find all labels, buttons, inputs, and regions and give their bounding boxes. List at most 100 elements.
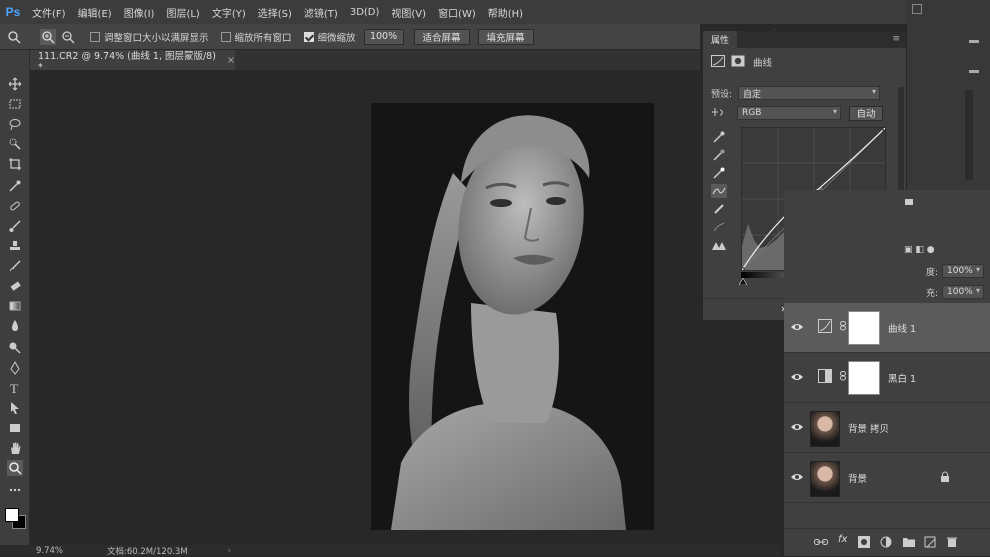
add-mask-icon[interactable] bbox=[858, 536, 870, 551]
minimize-icon[interactable] bbox=[912, 4, 922, 14]
quick-select-tool-icon[interactable] bbox=[7, 136, 23, 152]
pen-tool-icon[interactable] bbox=[7, 360, 23, 376]
brush-tool-icon[interactable] bbox=[7, 218, 23, 234]
layer-name[interactable]: 黑白 1 bbox=[888, 371, 916, 385]
channel-select[interactable]: RGB bbox=[737, 106, 841, 120]
layer-visibility-eye-icon[interactable] bbox=[790, 370, 804, 384]
layer-filter-icons[interactable]: ▣ ◧ ● bbox=[904, 245, 935, 255]
menu-type[interactable]: 文字(Y) bbox=[206, 5, 252, 20]
layer-name[interactable]: 背景 拷贝 bbox=[848, 421, 889, 435]
portrait-photo bbox=[371, 103, 654, 530]
menu-window[interactable]: 窗口(W) bbox=[432, 5, 482, 20]
layer-visibility-eye-icon[interactable] bbox=[790, 470, 804, 484]
menu-edit[interactable]: 编辑(E) bbox=[72, 5, 118, 20]
menu-file[interactable]: 文件(F) bbox=[26, 5, 72, 20]
link-chain-icon[interactable] bbox=[840, 371, 846, 384]
move-tool-icon[interactable] bbox=[7, 76, 23, 92]
document-tab[interactable]: 111.CR2 @ 9.74% (曲线 1, 图层蒙版/8) * × bbox=[30, 50, 235, 73]
hand-tool-icon[interactable] bbox=[7, 440, 23, 456]
layer-name[interactable]: 背景 bbox=[848, 471, 867, 485]
auto-button[interactable]: 自动 bbox=[849, 105, 883, 121]
zoom-100-button[interactable]: 100% bbox=[363, 28, 404, 45]
eraser-tool-icon[interactable] bbox=[7, 278, 23, 294]
curve-point-tool-icon[interactable] bbox=[711, 184, 727, 198]
delete-layer-icon[interactable] bbox=[946, 536, 958, 551]
adjustment-title: 曲线 bbox=[753, 58, 773, 69]
eyedropper-gray-icon[interactable] bbox=[713, 149, 725, 164]
layer-row[interactable]: 背景 bbox=[784, 453, 990, 503]
history-brush-tool-icon[interactable] bbox=[7, 258, 23, 274]
gradient-tool-icon[interactable] bbox=[7, 298, 23, 314]
link-chain-icon[interactable] bbox=[840, 321, 846, 334]
resize-windows-checkbox[interactable] bbox=[90, 31, 100, 42]
opacity-field[interactable]: 100% bbox=[942, 264, 985, 278]
new-layer-icon[interactable] bbox=[924, 536, 936, 551]
fit-screen-button[interactable]: 适合屏幕 bbox=[413, 28, 470, 45]
panel-scrollbar[interactable] bbox=[965, 90, 973, 180]
dodge-tool-icon[interactable] bbox=[7, 340, 23, 356]
clone-stamp-tool-icon[interactable] bbox=[7, 238, 23, 254]
panel-menu-icon[interactable] bbox=[969, 40, 979, 43]
curve-control-point[interactable] bbox=[739, 267, 745, 273]
crop-tool-icon[interactable] bbox=[7, 156, 23, 172]
zoom-out-icon[interactable] bbox=[60, 29, 76, 45]
smooth-curve-icon[interactable] bbox=[713, 221, 725, 236]
menu-image[interactable]: 图像(I) bbox=[118, 5, 161, 20]
healing-brush-tool-icon[interactable] bbox=[7, 198, 23, 214]
group-folder-icon[interactable] bbox=[902, 536, 916, 551]
clipping-warning-icon[interactable] bbox=[711, 239, 727, 254]
type-tool-icon[interactable]: T bbox=[7, 380, 23, 396]
channel-value: RGB bbox=[742, 108, 762, 118]
zoom-level[interactable]: 9.74% bbox=[36, 546, 63, 556]
pencil-draw-icon[interactable] bbox=[713, 203, 725, 218]
svg-text:T: T bbox=[10, 381, 18, 395]
layer-row[interactable]: 背景 拷贝 bbox=[784, 403, 990, 453]
layer-row[interactable]: 曲线 1 bbox=[784, 303, 990, 353]
eyedropper-tool-icon[interactable] bbox=[7, 178, 23, 194]
lasso-tool-icon[interactable] bbox=[7, 116, 23, 132]
layer-name[interactable]: 曲线 1 bbox=[888, 321, 916, 335]
layer-row[interactable]: 黑白 1 bbox=[784, 353, 990, 403]
preset-select[interactable]: 自定 bbox=[738, 86, 881, 100]
menu-filter[interactable]: 滤镜(T) bbox=[298, 5, 344, 20]
layers-footer: fx bbox=[784, 528, 990, 556]
marquee-tool-icon[interactable] bbox=[7, 96, 23, 112]
properties-tab[interactable]: 属性 bbox=[703, 31, 737, 48]
menu-layer[interactable]: 图层(L) bbox=[160, 5, 205, 20]
fill-field[interactable]: 100% bbox=[942, 285, 985, 299]
black-point-slider-icon[interactable] bbox=[738, 277, 748, 288]
rectangle-tool-icon[interactable] bbox=[7, 420, 23, 436]
panel-collapse-icon[interactable]: ≡ bbox=[892, 34, 900, 44]
status-arrow-icon[interactable]: › bbox=[228, 546, 231, 556]
menu-select[interactable]: 选择(S) bbox=[252, 5, 298, 20]
layer-mask-thumbnail[interactable] bbox=[848, 311, 880, 345]
adjustment-layer-icon[interactable] bbox=[880, 536, 892, 551]
lock-pixel-icon[interactable] bbox=[904, 196, 914, 209]
more-tools-icon[interactable] bbox=[7, 482, 23, 498]
foreground-color-swatch[interactable] bbox=[5, 508, 19, 522]
layer-mask-icon[interactable] bbox=[731, 55, 745, 70]
fx-icon[interactable]: fx bbox=[838, 534, 847, 545]
layer-mask-thumbnail[interactable] bbox=[848, 361, 880, 395]
zoom-all-checkbox[interactable] bbox=[220, 31, 231, 42]
zoom-tool-active-icon[interactable] bbox=[7, 460, 23, 476]
menu-view[interactable]: 视图(V) bbox=[385, 5, 432, 20]
link-layers-icon[interactable] bbox=[814, 536, 828, 551]
panel-menu-icon-2[interactable] bbox=[969, 70, 979, 73]
layer-visibility-eye-icon[interactable] bbox=[790, 320, 804, 334]
menu-help[interactable]: 帮助(H) bbox=[482, 5, 529, 20]
close-tab-icon[interactable]: × bbox=[227, 55, 235, 66]
document-image[interactable] bbox=[371, 103, 654, 530]
eyedropper-white-icon[interactable] bbox=[713, 167, 725, 182]
scrubby-zoom-checkbox[interactable] bbox=[303, 31, 314, 42]
eyedropper-black-icon[interactable] bbox=[713, 131, 725, 146]
path-selection-tool-icon[interactable] bbox=[7, 400, 23, 416]
menu-3d[interactable]: 3D(D) bbox=[344, 7, 386, 18]
fill-screen-button[interactable]: 填充屏幕 bbox=[477, 28, 534, 45]
zoom-in-icon[interactable] bbox=[40, 28, 56, 45]
target-adjust-icon[interactable] bbox=[711, 106, 725, 121]
zoom-tool-icon[interactable] bbox=[6, 29, 22, 45]
layer-visibility-eye-icon[interactable] bbox=[790, 420, 804, 434]
curve-control-point[interactable] bbox=[882, 125, 888, 131]
blur-tool-icon[interactable] bbox=[7, 318, 23, 334]
